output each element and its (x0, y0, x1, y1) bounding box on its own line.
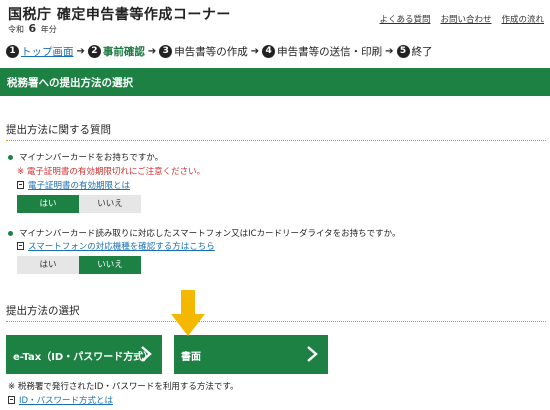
step-label: 申告書等の作成 (174, 46, 248, 58)
step-current-label: 事前確認 (102, 46, 145, 58)
section-divider (6, 140, 546, 141)
step-3: 3 申告書等の作成 (159, 44, 248, 59)
question-1: マイナンバーカードをお持ちですか。 (6, 151, 163, 163)
page-banner: 税務署への提出方法の選択 (0, 68, 550, 96)
page-title: 税務署への提出方法の選択 (7, 77, 133, 89)
pointer-arrow-icon (171, 290, 205, 336)
header-links: よくある質問 お問い合わせ 作成の流れ (379, 13, 544, 25)
question-2-toggle: はい いいえ (17, 256, 141, 274)
era-label: 令和 (8, 25, 24, 34)
contact-link[interactable]: お問い合わせ (440, 13, 491, 25)
document-icon (17, 242, 24, 250)
tax-year: 令和 6 年分 (8, 22, 57, 35)
step-number-icon: 4 (262, 45, 276, 58)
question-2-yes-button[interactable]: はい (17, 256, 79, 274)
step-4: 4 申告書等の送信・印刷 (262, 44, 382, 59)
step-top-link[interactable]: トップ画面 (21, 44, 74, 59)
year-value: 6 (28, 22, 37, 35)
step-2: 2 事前確認 (87, 44, 145, 59)
etax-note: ※ 税務署で発行されたID・パスワードを利用する方法です。 (8, 382, 239, 392)
cert-expiry-link[interactable]: 電子証明書の有効期限とは (28, 179, 130, 191)
faq-link[interactable]: よくある質問 (379, 13, 430, 25)
bullet-icon (8, 154, 13, 160)
id-password-link-row: ID・パスワード方式とは (8, 394, 113, 406)
step-number-icon: 5 (396, 45, 410, 58)
step-number-icon: 3 (159, 45, 173, 58)
question-1-no-button[interactable]: いいえ (79, 195, 141, 213)
expiry-warning: ※ 電子証明書の有効期限切れにご注意ください。 (17, 167, 206, 177)
arrow-right-icon: ➔ (147, 46, 157, 57)
question-2-no-button[interactable]: いいえ (79, 256, 141, 274)
app-title: 国税庁 確定申告書等作成コーナー (8, 7, 231, 23)
step-5: 5 終了 (396, 44, 433, 59)
step-number-icon: 1 (6, 45, 19, 58)
paper-filing-button[interactable]: 書面 (174, 335, 328, 374)
paper-button-label: 書面 (181, 352, 201, 363)
step-indicator: 1 トップ画面 ➔ 2 事前確認 ➔ 3 申告書等の作成 ➔ 4 申告書等の送信… (6, 44, 433, 59)
question-1-toggle: はい いいえ (17, 195, 141, 213)
step-label: 終了 (411, 46, 433, 58)
section-divider (6, 321, 546, 322)
etax-button-label: e-Tax（ID・パスワード方式） (13, 352, 154, 363)
step-label: 申告書等の送信・印刷 (277, 46, 383, 58)
bullet-icon (8, 230, 13, 236)
document-icon (17, 181, 24, 189)
question-1-yes-button[interactable]: はい (17, 195, 79, 213)
id-password-method-link[interactable]: ID・パスワード方式とは (19, 394, 113, 406)
flow-link[interactable]: 作成の流れ (501, 13, 544, 25)
question-2-text: マイナンバーカード読み取りに対応したスマートフォン又はICカードリーダライタをお… (19, 229, 401, 239)
header: 国税庁 確定申告書等作成コーナー 令和 6 年分 よくある質問 お問い合わせ 作… (0, 0, 550, 40)
arrow-right-icon: ➔ (250, 46, 260, 57)
smartphone-link-row: スマートフォンの対応機種を確認する方はこちら (17, 240, 215, 252)
step-number-icon: 2 (87, 45, 101, 58)
question-2: マイナンバーカード読み取りに対応したスマートフォン又はICカードリーダライタをお… (6, 227, 401, 239)
document-icon (8, 396, 15, 404)
arrow-right-icon: ➔ (76, 46, 85, 57)
etax-id-password-button[interactable]: e-Tax（ID・パスワード方式） (6, 335, 162, 374)
step-1: 1 トップ画面 (6, 44, 74, 59)
question-1-text: マイナンバーカードをお持ちですか。 (19, 153, 164, 163)
year-suffix: 年分 (40, 25, 57, 34)
questions-section-title: 提出方法に関する質問 (6, 124, 111, 136)
cert-expiry-link-row: 電子証明書の有効期限とは (17, 179, 130, 191)
chevron-right-icon (141, 346, 152, 362)
arrow-right-icon: ➔ (385, 46, 394, 57)
chevron-right-icon (307, 346, 318, 362)
method-section-title: 提出方法の選択 (6, 305, 80, 317)
smartphone-models-link[interactable]: スマートフォンの対応機種を確認する方はこちら (28, 240, 215, 252)
